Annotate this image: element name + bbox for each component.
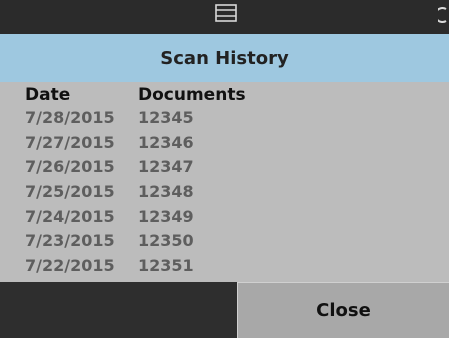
row-date: 7/24/2015 bbox=[25, 206, 115, 226]
row-documents: 12348 bbox=[138, 182, 194, 202]
table-row[interactable]: 7/27/2015 12346 bbox=[0, 133, 449, 158]
row-date: 7/25/2015 bbox=[25, 182, 115, 202]
status-bar bbox=[0, 0, 449, 34]
row-date: 7/23/2015 bbox=[25, 231, 115, 251]
close-button[interactable]: Close bbox=[237, 282, 449, 338]
row-documents: 12347 bbox=[138, 157, 194, 177]
row-date: 7/27/2015 bbox=[25, 132, 115, 152]
title-bar: Scan History bbox=[0, 34, 449, 82]
row-date: 7/28/2015 bbox=[25, 108, 115, 127]
table-row[interactable]: 7/22/2015 12351 bbox=[0, 256, 449, 281]
row-date: 7/26/2015 bbox=[25, 157, 115, 177]
page-title: Scan History bbox=[160, 47, 289, 69]
row-documents: 12351 bbox=[138, 256, 194, 276]
table-row[interactable]: 7/26/2015 12347 bbox=[0, 157, 449, 182]
row-documents: 12346 bbox=[138, 132, 194, 152]
table-row[interactable]: 7/23/2015 12350 bbox=[0, 231, 449, 256]
row-documents: 12349 bbox=[138, 206, 194, 226]
table-row[interactable]: 7/24/2015 12349 bbox=[0, 207, 449, 232]
column-header-documents: Documents bbox=[138, 85, 246, 105]
row-documents: 12350 bbox=[138, 231, 194, 251]
scan-history-list[interactable]: Date Documents 7/28/2015 12345 7/27/2015… bbox=[0, 82, 449, 282]
table-rows: 7/28/2015 12345 7/27/2015 12346 7/26/201… bbox=[0, 108, 449, 281]
row-date: 7/22/2015 bbox=[25, 256, 115, 276]
power-icon bbox=[438, 7, 447, 23]
scanner-icon bbox=[215, 4, 237, 22]
table-row[interactable]: 7/25/2015 12348 bbox=[0, 182, 449, 207]
table-row[interactable]: 7/28/2015 12345 bbox=[0, 108, 449, 133]
column-header-date: Date bbox=[25, 85, 71, 105]
row-documents: 12345 bbox=[138, 108, 194, 127]
